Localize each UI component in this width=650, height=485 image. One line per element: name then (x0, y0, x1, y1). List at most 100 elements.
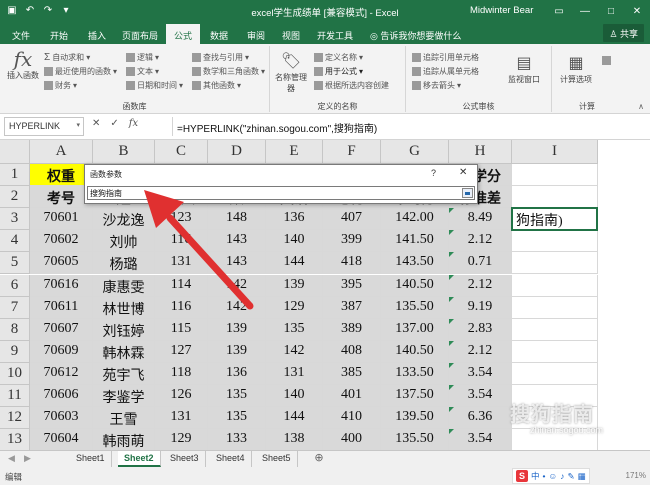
use-in-formula-button[interactable]: 用于公式 ▾ (314, 66, 363, 77)
cell-c10[interactable]: 118 (155, 362, 208, 385)
cell-g12[interactable]: 139.50 (381, 407, 449, 430)
column-header-g[interactable]: G (381, 140, 449, 164)
cell-b8[interactable]: 刘钰婷 (93, 318, 155, 341)
cell-a13[interactable]: 70604 (30, 429, 93, 450)
row-header[interactable]: 5 (0, 252, 30, 275)
cell-f4[interactable]: 399 (323, 230, 381, 253)
maximize-icon[interactable]: □ (598, 0, 624, 22)
cell-f7[interactable]: 387 (323, 296, 381, 319)
cell-a10[interactable]: 70612 (30, 362, 93, 385)
cell-f3[interactable]: 407 (323, 208, 381, 231)
sheet-tab-sheet2[interactable]: Sheet2 (118, 451, 161, 467)
tab-data[interactable]: 数据 (210, 26, 228, 44)
cell-a7[interactable]: 70611 (30, 296, 93, 319)
column-header-f[interactable]: F (323, 140, 381, 164)
chevron-down-icon[interactable]: ▾ (76, 121, 80, 129)
logical-button[interactable]: 逻辑 ▾ (126, 52, 159, 63)
lookup-button[interactable]: 查找与引用 ▾ (192, 52, 249, 63)
cell-a11[interactable]: 70606 (30, 385, 93, 408)
more-functions-button[interactable]: 其他函数 ▾ (192, 80, 241, 91)
sheet-tab-sheet4[interactable]: Sheet4 (210, 451, 252, 467)
cell-e3[interactable]: 136 (266, 208, 323, 231)
cell-g6[interactable]: 140.50 (381, 274, 449, 297)
column-header-i[interactable]: I (512, 140, 598, 164)
trace-precedents-button[interactable]: 追踪引用单元格 (412, 52, 479, 63)
cell-a4[interactable]: 70602 (30, 230, 93, 253)
row-header[interactable]: 6 (0, 274, 30, 297)
cell-b10[interactable]: 苑宇飞 (93, 362, 155, 385)
cell-i1[interactable] (512, 164, 598, 187)
new-sheet-icon[interactable]: ⊕ (311, 451, 327, 467)
row-header[interactable]: 8 (0, 318, 30, 341)
column-header-c[interactable]: C (155, 140, 208, 164)
formula-input[interactable]: =HYPERLINK("zhinan.sogou.com",搜狗指南) (172, 117, 642, 136)
row-header[interactable]: 10 (0, 362, 30, 385)
cell-g10[interactable]: 133.50 (381, 362, 449, 385)
cell-b12[interactable]: 王雪 (93, 407, 155, 430)
create-from-selection-button[interactable]: 根据所选内容创建 (314, 80, 389, 91)
prev-sheet-icon[interactable]: ◀ (8, 453, 15, 464)
zoom-level[interactable]: 171% (626, 471, 646, 480)
cell-h7[interactable]: 9.19 (449, 296, 512, 319)
enter-icon[interactable]: ✓ (110, 118, 118, 129)
cancel-icon[interactable]: ✕ (92, 118, 100, 129)
cell-h10[interactable]: 3.54 (449, 362, 512, 385)
cell-e10[interactable]: 131 (266, 362, 323, 385)
cell-f10[interactable]: 385 (323, 362, 381, 385)
cell-f12[interactable]: 410 (323, 407, 381, 430)
name-box[interactable]: HYPERLINK ▾ (4, 117, 84, 136)
tab-insert[interactable]: 插入 (88, 26, 106, 44)
cell-e9[interactable]: 142 (266, 340, 323, 363)
define-name-button[interactable]: 定义名称 ▾ (314, 52, 363, 63)
cell-e7[interactable]: 129 (266, 296, 323, 319)
cell-a9[interactable]: 70609 (30, 340, 93, 363)
cell-i10[interactable] (512, 362, 598, 385)
math-button[interactable]: 数学和三角函数 ▾ (192, 66, 265, 77)
cell-d9[interactable]: 139 (208, 340, 266, 363)
cell-e11[interactable]: 140 (266, 385, 323, 408)
cell-i5[interactable] (512, 252, 598, 275)
active-cell-i3[interactable]: 狗指南) (511, 207, 598, 232)
financial-button[interactable]: 财务 ▾ (44, 80, 77, 91)
user-name[interactable]: Midwinter Bear (470, 5, 533, 16)
cell-d8[interactable]: 139 (208, 318, 266, 341)
cell-b11[interactable]: 李鉴学 (93, 385, 155, 408)
expand-dialog-icon[interactable] (462, 188, 473, 198)
cell-i6[interactable] (512, 274, 598, 297)
select-all-corner[interactable] (0, 140, 30, 164)
cell-e12[interactable]: 144 (266, 407, 323, 430)
cell-a6[interactable]: 70616 (30, 274, 93, 297)
cell-i8[interactable] (512, 318, 598, 341)
ime-toolbar[interactable]: S 中 • ☺ ♪ ✎ ▦ (512, 468, 590, 484)
column-header-h[interactable]: H (449, 140, 512, 164)
cell-h5[interactable]: 0.71 (449, 252, 512, 275)
tab-home[interactable]: 开始 (50, 26, 68, 44)
cell-h6[interactable]: 2.12 (449, 274, 512, 297)
row-header[interactable]: 12 (0, 407, 30, 430)
cell-h8[interactable]: 2.83 (449, 318, 512, 341)
column-header-e[interactable]: E (266, 140, 323, 164)
cell-d13[interactable]: 133 (208, 429, 266, 450)
cell-c9[interactable]: 127 (155, 340, 208, 363)
sheet-tab-sheet3[interactable]: Sheet3 (164, 451, 206, 467)
cell-g11[interactable]: 137.50 (381, 385, 449, 408)
remove-arrows-button[interactable]: 移去箭头 ▾ (412, 80, 461, 91)
help-icon[interactable]: ? (431, 168, 436, 178)
cell-i4[interactable] (512, 230, 598, 253)
cell-g3[interactable]: 142.00 (381, 208, 449, 231)
cell-b13[interactable]: 韩雨萌 (93, 429, 155, 450)
cell-f9[interactable]: 408 (323, 340, 381, 363)
next-sheet-icon[interactable]: ▶ (24, 453, 31, 464)
collapse-ribbon-icon[interactable]: ∧ (638, 102, 644, 111)
watch-window-button[interactable]: ▤ 监视窗口 (502, 52, 546, 85)
cell-i9[interactable] (512, 340, 598, 363)
cell-c12[interactable]: 131 (155, 407, 208, 430)
cell-a5[interactable]: 70605 (30, 252, 93, 275)
name-manager-button[interactable]: 🏷 名称管理器 (274, 50, 308, 94)
share-button[interactable]: ♙ 共享 (603, 24, 644, 42)
ribbon-display-icon[interactable]: ▭ (546, 0, 572, 22)
cell-d12[interactable]: 135 (208, 407, 266, 430)
cell-c8[interactable]: 115 (155, 318, 208, 341)
minimize-icon[interactable]: — (572, 0, 598, 22)
cell-c13[interactable]: 129 (155, 429, 208, 450)
